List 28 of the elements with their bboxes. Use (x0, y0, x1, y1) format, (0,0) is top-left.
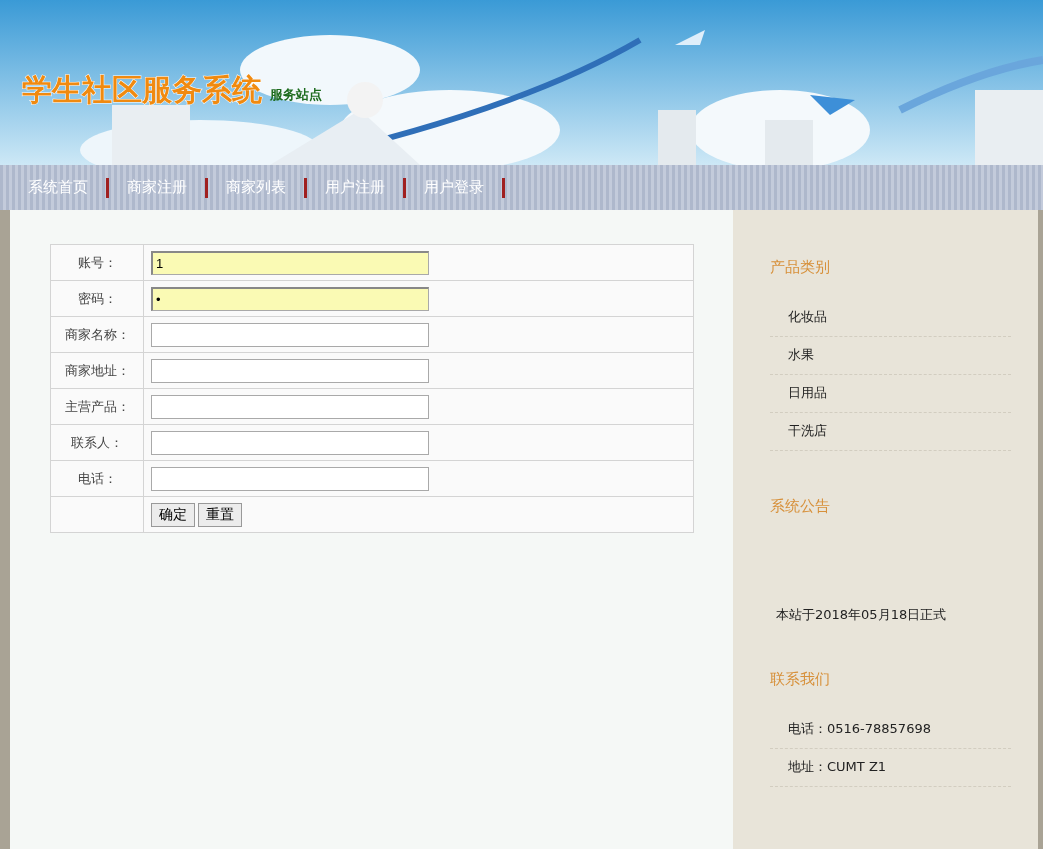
notice-text: 本站于2018年05月18日正式 (775, 606, 948, 624)
sidebar-item[interactable]: 日用品 (770, 375, 1011, 413)
field-label: 电话： (50, 460, 144, 497)
form-button[interactable]: 重置 (198, 502, 242, 527)
form-button[interactable]: 确定 (151, 502, 195, 527)
section-heading: 产品类别 (770, 258, 831, 277)
input-field[interactable] (151, 394, 429, 419)
input-field[interactable] (151, 430, 429, 455)
sidebar-item[interactable]: 化妆品 (770, 299, 1011, 337)
section-heading: 联系我们 (770, 670, 831, 689)
field-label: 主营产品： (50, 388, 144, 425)
field-label: 商家地址： (50, 352, 144, 389)
site-subtitle: 服务站点 (270, 86, 322, 104)
section-heading: 系统公告 (770, 497, 831, 516)
sidebar-item[interactable]: 地址：CUMT Z1 (770, 749, 1011, 787)
input-field[interactable] (151, 358, 429, 383)
input-field[interactable] (151, 322, 429, 347)
field-label: 商家名称： (50, 316, 144, 353)
sidebar-item[interactable]: 水果 (770, 337, 1011, 375)
field-label: 密码： (50, 280, 144, 317)
input-field[interactable] (151, 466, 429, 491)
site-title: 学生社区服务系统 (22, 72, 262, 108)
field-label: 账号： (50, 244, 144, 281)
input-field[interactable]: 1 (151, 250, 429, 275)
sidebar-item[interactable]: 干洗店 (770, 413, 1011, 451)
sidebar-item[interactable]: 电话：0516-78857698 (770, 711, 1011, 749)
field-label: 联系人： (50, 424, 144, 461)
input-field[interactable]: • (151, 286, 429, 311)
